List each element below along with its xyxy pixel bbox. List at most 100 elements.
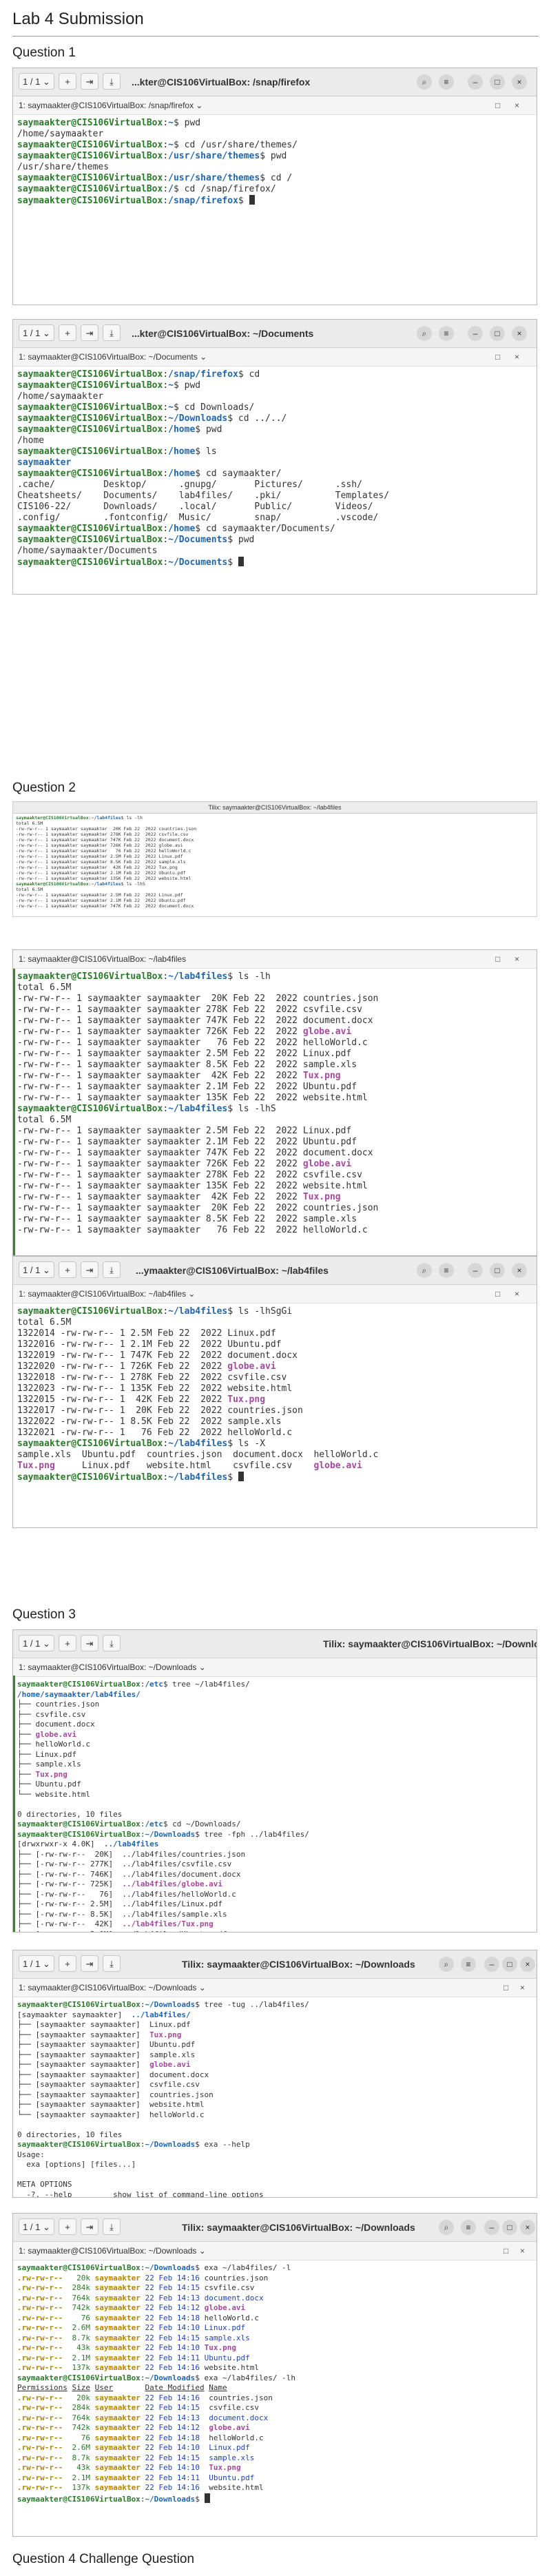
plus-icon[interactable]: + (59, 1635, 76, 1651)
split-down-icon[interactable]: ⤓ (103, 324, 121, 341)
close-pane-icon[interactable]: × (514, 96, 519, 114)
plus-icon[interactable]: + (59, 2218, 76, 2235)
question-1-heading: Question 1 (12, 45, 76, 60)
minimize-icon[interactable]: – (468, 326, 483, 341)
terminal-tab[interactable]: 1: saymaakter@CIS106VirtualBox: /snap/fi… (13, 96, 537, 115)
plus-icon[interactable]: + (59, 1261, 76, 1278)
search-icon[interactable]: ⌕ (439, 1957, 454, 1972)
close-pane-icon[interactable]: × (514, 348, 519, 366)
maximize-icon[interactable]: □ (490, 1263, 505, 1278)
maximize-icon[interactable]: □ (490, 74, 505, 90)
terminal-output[interactable]: saymaakter@CIS106VirtualBox:/etc$ tree ~… (13, 1677, 537, 1932)
session-switcher[interactable]: 1 / 1 ⌄ (19, 2218, 54, 2235)
hamburger-icon[interactable]: ≡ (461, 2220, 476, 2235)
terminal-tab[interactable]: 1: saymaakter@CIS106VirtualBox: ~/Downlo… (13, 1658, 537, 1677)
terminal-output[interactable]: saymaakter@CIS106VirtualBox:~/lab4files$… (13, 1304, 537, 1486)
minimize-icon[interactable]: – (484, 1957, 499, 1972)
pane-indicator (13, 1676, 15, 1932)
split-down-icon[interactable]: ⤓ (103, 1261, 121, 1278)
session-switcher[interactable]: 1 / 1 ⌄ (19, 324, 54, 341)
session-switcher[interactable]: 1 / 1 ⌄ (19, 1635, 54, 1651)
maximize-pane-icon[interactable]: □ (495, 96, 500, 114)
header-bar: 1 / 1 ⌄ + ⇥ ⤓ ...kter@CIS106VirtualBox: … (13, 320, 537, 348)
minimize-icon[interactable]: – (468, 74, 483, 90)
split-right-icon[interactable]: ⇥ (81, 324, 98, 341)
split-down-icon[interactable]: ⤓ (103, 1955, 121, 1972)
terminal-window-7: 1 / 1 ⌄ + ⇥ ⤓ Tilix: saymaakter@CIS106Vi… (12, 2213, 537, 2537)
terminal-window-3: 1: saymaakter@CIS106VirtualBox: ~/lab4fi… (12, 949, 537, 1256)
hamburger-icon[interactable]: ≡ (439, 1263, 454, 1278)
search-icon[interactable]: ⌕ (439, 2220, 454, 2235)
maximize-icon[interactable]: □ (502, 1957, 517, 1972)
terminal-tab[interactable]: 1: saymaakter@CIS106VirtualBox: ~/Docume… (13, 348, 537, 367)
header-bar: 1 / 1 ⌄ + ⇥ ⤓ Tilix: saymaakter@CIS106Vi… (13, 1950, 537, 1979)
header-bar: 1 / 1 ⌄ + ⇥ ⤓ ...ymaakter@CIS106VirtualB… (13, 1257, 537, 1285)
maximize-pane-icon[interactable]: □ (503, 2242, 508, 2260)
terminal-output: saymaakter@CIS106VirtualBox:~/lab4files$… (16, 815, 197, 909)
hamburger-icon[interactable]: ≡ (439, 74, 454, 90)
window-title: Tilix: saymaakter@CIS106VirtualBox: ~/Do… (323, 1638, 537, 1649)
title-divider (12, 36, 539, 37)
header-bar: 1 / 1 ⌄ + ⇥ ⤓ ...kter@CIS106VirtualBox: … (13, 68, 537, 96)
search-icon[interactable]: ⌕ (417, 326, 432, 341)
question-2-heading: Question 2 (12, 781, 76, 795)
split-down-icon[interactable]: ⤓ (103, 73, 121, 90)
split-right-icon[interactable]: ⇥ (81, 73, 98, 90)
terminal-tab[interactable]: 1: saymaakter@CIS106VirtualBox: ~/lab4fi… (13, 950, 537, 969)
close-pane-icon[interactable]: × (520, 1979, 525, 1997)
terminal-output[interactable]: saymaakter@CIS106VirtualBox:/snap/firefo… (13, 367, 537, 571)
minimize-icon[interactable]: – (468, 1263, 483, 1278)
terminal-thumbnail: Tilix: saymaakter@CIS106VirtualBox: ~/la… (12, 801, 537, 917)
close-icon[interactable]: × (512, 74, 527, 90)
close-pane-icon[interactable]: × (520, 2242, 525, 2260)
close-icon[interactable]: × (520, 1957, 535, 1972)
window-title: ...kter@CIS106VirtualBox: /snap/firefox (132, 76, 311, 87)
hamburger-icon[interactable]: ≡ (461, 1957, 476, 1972)
window-title: ...kter@CIS106VirtualBox: ~/Documents (132, 328, 314, 339)
minimize-icon[interactable]: – (484, 2220, 499, 2235)
terminal-tab[interactable]: 1: saymaakter@CIS106VirtualBox: ~/lab4fi… (13, 1285, 537, 1304)
maximize-pane-icon[interactable]: □ (495, 1285, 500, 1303)
header-bar: 1 / 1 ⌄ + ⇥ ⤓ Tilix: saymaakter@CIS106Vi… (13, 2214, 537, 2242)
split-right-icon[interactable]: ⇥ (81, 1955, 98, 1972)
split-down-icon[interactable]: ⤓ (103, 2218, 121, 2235)
close-pane-icon[interactable]: × (514, 1285, 519, 1303)
close-icon[interactable]: × (520, 2220, 535, 2235)
session-switcher[interactable]: 1 / 1 ⌄ (19, 1261, 54, 1278)
search-icon[interactable]: ⌕ (417, 74, 432, 90)
maximize-pane-icon[interactable]: □ (503, 1979, 508, 1997)
window-title: Tilix: saymaakter@CIS106VirtualBox: ~/Do… (182, 1959, 415, 1970)
split-right-icon[interactable]: ⇥ (81, 1635, 98, 1651)
terminal-tab[interactable]: 1: saymaakter@CIS106VirtualBox: ~/Downlo… (13, 2242, 537, 2260)
header-bar: 1 / 1 ⌄ + ⇥ ⤓ Tilix: saymaakter@CIS106Vi… (13, 1630, 537, 1658)
question-4-heading: Question 4 Challenge Question (12, 2552, 195, 2566)
split-down-icon[interactable]: ⤓ (103, 1635, 121, 1651)
hamburger-icon[interactable]: ≡ (439, 326, 454, 341)
close-pane-icon[interactable]: × (514, 950, 519, 968)
terminal-output[interactable]: saymaakter@CIS106VirtualBox:~/lab4files$… (13, 969, 537, 1239)
plus-icon[interactable]: + (59, 324, 76, 341)
question-3-heading: Question 3 (12, 1607, 76, 1622)
plus-icon[interactable]: + (59, 73, 76, 90)
terminal-tab[interactable]: 1: saymaakter@CIS106VirtualBox: ~/Downlo… (13, 1979, 537, 1997)
window-title: Tilix: saymaakter@CIS106VirtualBox: ~/la… (13, 802, 537, 814)
terminal-output[interactable]: saymaakter@CIS106VirtualBox:~/Downloads$… (13, 1997, 537, 2197)
terminal-window-1: 1 / 1 ⌄ + ⇥ ⤓ ...kter@CIS106VirtualBox: … (12, 68, 537, 305)
terminal-output[interactable]: saymaakter@CIS106VirtualBox:~/Downloads$… (13, 2260, 537, 2507)
maximize-icon[interactable]: □ (502, 2220, 517, 2235)
maximize-pane-icon[interactable]: □ (495, 348, 500, 366)
split-right-icon[interactable]: ⇥ (81, 1261, 98, 1278)
session-switcher[interactable]: 1 / 1 ⌄ (19, 1955, 54, 1972)
close-icon[interactable]: × (512, 1263, 527, 1278)
maximize-icon[interactable]: □ (490, 326, 505, 341)
terminal-output[interactable]: saymaakter@CIS106VirtualBox:~$ pwd /home… (13, 115, 537, 209)
split-right-icon[interactable]: ⇥ (81, 2218, 98, 2235)
plus-icon[interactable]: + (59, 1955, 76, 1972)
terminal-window-5: 1 / 1 ⌄ + ⇥ ⤓ Tilix: saymaakter@CIS106Vi… (12, 1629, 537, 1933)
page-title: Lab 4 Submission (12, 10, 144, 28)
search-icon[interactable]: ⌕ (417, 1263, 432, 1278)
session-switcher[interactable]: 1 / 1 ⌄ (19, 73, 54, 90)
terminal-window-4: 1 / 1 ⌄ + ⇥ ⤓ ...ymaakter@CIS106VirtualB… (12, 1256, 537, 1528)
close-icon[interactable]: × (512, 326, 527, 341)
maximize-pane-icon[interactable]: □ (495, 950, 500, 968)
